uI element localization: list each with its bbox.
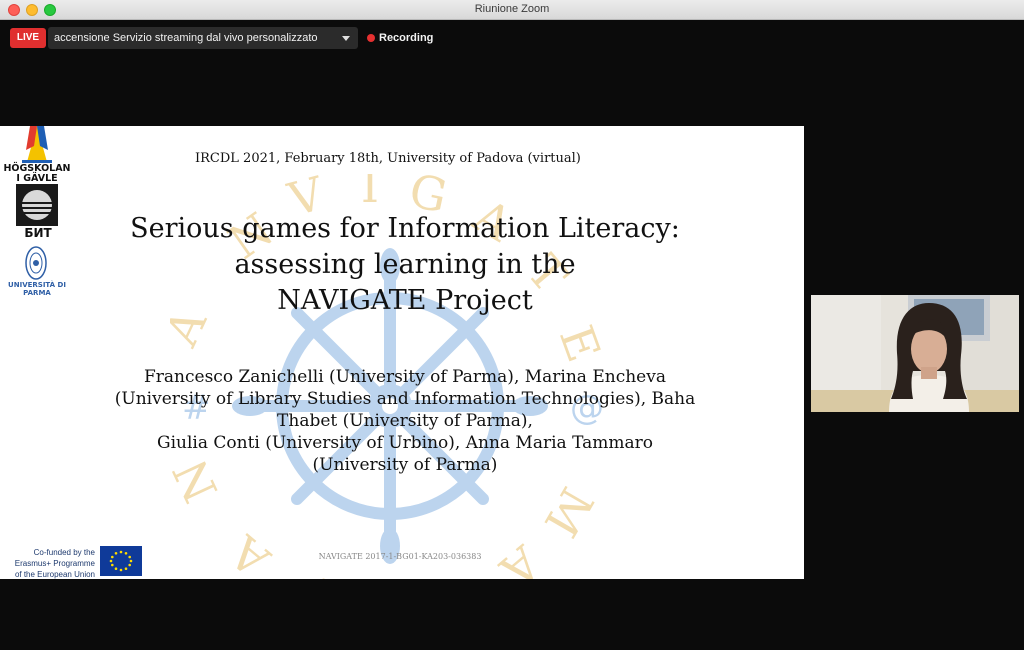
participant-video-frame	[811, 295, 1019, 412]
live-badge[interactable]: LIVE	[10, 28, 46, 48]
slide-title-line: assessing learning in the	[234, 249, 576, 280]
author-line: (University of Parma)	[312, 455, 498, 475]
svg-text:E: E	[549, 319, 610, 369]
conference-line: IRCDL 2021, February 18th, University of…	[195, 151, 581, 166]
slide-title-line: NAVIGATE Project	[277, 285, 533, 316]
recording-label: Recording	[379, 32, 434, 44]
svg-text:G: G	[429, 567, 482, 579]
live-stream-dropdown-value: accensione Servizio streaming dal vivo p…	[54, 32, 318, 44]
live-stream-dropdown[interactable]: accensione Servizio streaming dal vivo p…	[48, 27, 358, 49]
recording-indicator[interactable]: Recording	[367, 31, 433, 45]
participant-video-thumbnail[interactable]	[811, 295, 1019, 412]
author-line: Giulia Conti (University of Urbino), Ann…	[157, 433, 653, 453]
erasmus-cofunding-logo: Co-funded by the Erasmus+ Programme of t…	[0, 544, 146, 579]
svg-text:M: M	[534, 478, 604, 546]
author-line: (University of Library Studies and Infor…	[114, 389, 696, 409]
author-line: Francesco Zanichelli (University of Parm…	[144, 367, 666, 387]
bit-university-logo	[16, 184, 58, 226]
svg-text:A: A	[219, 524, 281, 579]
shared-screen-slide: N V I G A T E A N A V I G A M # @ HÖGSKO…	[0, 126, 804, 579]
eu-cofunding-text: Co-funded by the Erasmus+ Programme of t…	[14, 548, 95, 579]
authors-block: Francesco Zanichelli (University of Parm…	[90, 366, 720, 476]
recording-dot-icon	[367, 34, 375, 42]
window-titlebar: Riunione Zoom	[0, 0, 1024, 20]
svg-text:I: I	[361, 174, 379, 213]
svg-text:V: V	[297, 564, 345, 579]
university-of-parma-text: UNIVERSITÀ DI PARMA	[8, 281, 66, 297]
university-of-parma-seal	[25, 246, 47, 280]
slide-title-line: Serious games for Information Literacy:	[130, 213, 680, 244]
eu-flag-icon	[100, 546, 142, 576]
hogskolan-gavle-logo	[22, 126, 52, 163]
hogskolan-gavle-text: HÖGSKOLAN I GÄVLE	[3, 163, 71, 184]
window-title: Riunione Zoom	[474, 3, 550, 15]
bit-logo-text: БИТ	[24, 226, 52, 240]
author-line: Thabet (University of Parma),	[277, 411, 533, 431]
project-code: NAVIGATE 2017-1-BG01-KA203-036383	[318, 552, 482, 561]
slide-title: Serious games for Information Literacy: …	[95, 211, 715, 319]
chevron-down-icon	[342, 36, 350, 41]
